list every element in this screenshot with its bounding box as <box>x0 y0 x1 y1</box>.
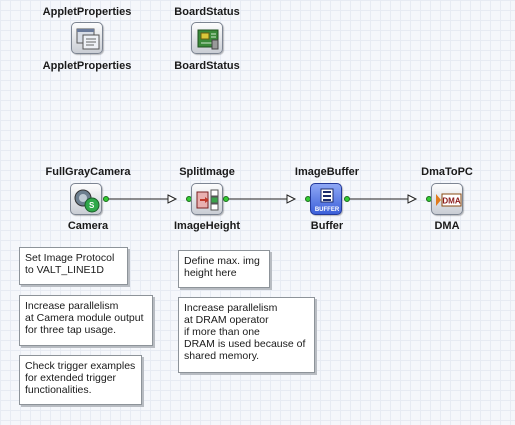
buffer-icon-text: BUFFER <box>315 207 340 213</box>
split-image-output-port[interactable] <box>223 196 229 202</box>
split-image-top-label: SplitImage <box>179 166 235 178</box>
camera-output-port[interactable] <box>103 196 109 202</box>
note-parallelism-dram[interactable]: Increase parallelism at DRAM operator if… <box>178 297 315 373</box>
camera-icon: S <box>74 189 100 213</box>
note-trigger-examples[interactable]: Check trigger examples for extended trig… <box>19 355 142 405</box>
applet-properties-top-label: AppletProperties <box>42 6 132 18</box>
split-image-icon <box>196 189 219 211</box>
dma-icon: DMA <box>436 193 462 207</box>
note-max-img-height[interactable]: Define max. img height here <box>178 250 270 288</box>
svg-text:S: S <box>89 201 95 210</box>
dma-to-pc-top-label: DmaToPC <box>421 166 473 178</box>
link-buffer-to-dma-arrow <box>407 194 418 204</box>
dma-to-pc-bottom-label: DMA <box>434 220 460 232</box>
camera-top-label: FullGrayCamera <box>45 166 131 178</box>
camera-operator[interactable]: S <box>70 183 102 215</box>
image-buffer-top-label: ImageBuffer <box>294 166 360 178</box>
link-camera-to-split-arrow <box>167 194 178 204</box>
split-image-bottom-label: ImageHeight <box>173 220 241 232</box>
buffer-icon: BUFFER <box>315 188 340 213</box>
applet-properties-bottom-label: AppletProperties <box>42 60 132 72</box>
image-buffer-operator[interactable]: BUFFER <box>310 183 342 215</box>
link-split-to-buffer-arrow <box>286 194 297 204</box>
applet-properties-operator[interactable] <box>71 22 103 54</box>
board-status-top-label: BoardStatus <box>174 6 240 18</box>
image-buffer-output-port[interactable] <box>344 196 350 202</box>
note-parallelism-camera[interactable]: Increase parallelism at Camera module ou… <box>19 295 153 346</box>
camera-bottom-label: Camera <box>67 220 109 232</box>
image-buffer-bottom-label: Buffer <box>310 220 344 232</box>
split-image-operator[interactable] <box>191 183 223 215</box>
dma-to-pc-operator[interactable]: DMA <box>431 183 463 215</box>
board-status-operator[interactable] <box>191 22 223 54</box>
board-status-bottom-label: BoardStatus <box>174 60 240 72</box>
board-status-icon <box>197 29 219 50</box>
note-image-protocol[interactable]: Set Image Protocol to VALT_LINE1D <box>19 247 128 285</box>
applet-properties-icon <box>76 28 100 50</box>
design-canvas[interactable]: AppletProperties AppletProperties BoardS… <box>0 0 515 425</box>
dma-icon-text: DMA <box>442 197 460 206</box>
